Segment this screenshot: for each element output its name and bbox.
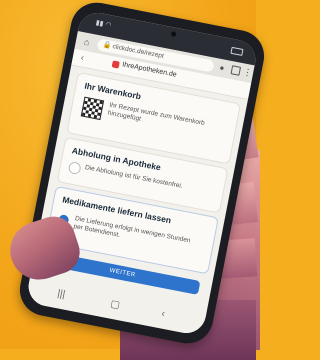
back-icon[interactable]: ‹ (80, 52, 85, 62)
menu-icon[interactable]: ⋮ (242, 67, 253, 80)
home-icon[interactable]: ⌂ (83, 37, 90, 48)
delivery-description: Die Lieferung erfolgt in wenigen Stunden… (72, 215, 192, 245)
mic-icon[interactable]: ● (219, 63, 225, 73)
cart-description: Ihr Rezept wurde zum Warenkorb hinzugefü… (107, 101, 206, 127)
qr-icon (80, 96, 105, 121)
battery-icon (230, 46, 244, 56)
back-nav-icon[interactable]: ‹ (160, 308, 165, 319)
camera-icon (170, 31, 177, 37)
home-nav-icon[interactable]: ▢ (109, 298, 120, 311)
tabs-icon[interactable] (230, 65, 242, 76)
lock-icon: 🔒 (102, 41, 112, 50)
signal-icon: ▮▮ ◠ (95, 19, 112, 30)
pickup-radio[interactable] (67, 161, 82, 176)
site-logo (111, 60, 120, 69)
recent-apps-icon[interactable]: ||| (56, 288, 66, 300)
